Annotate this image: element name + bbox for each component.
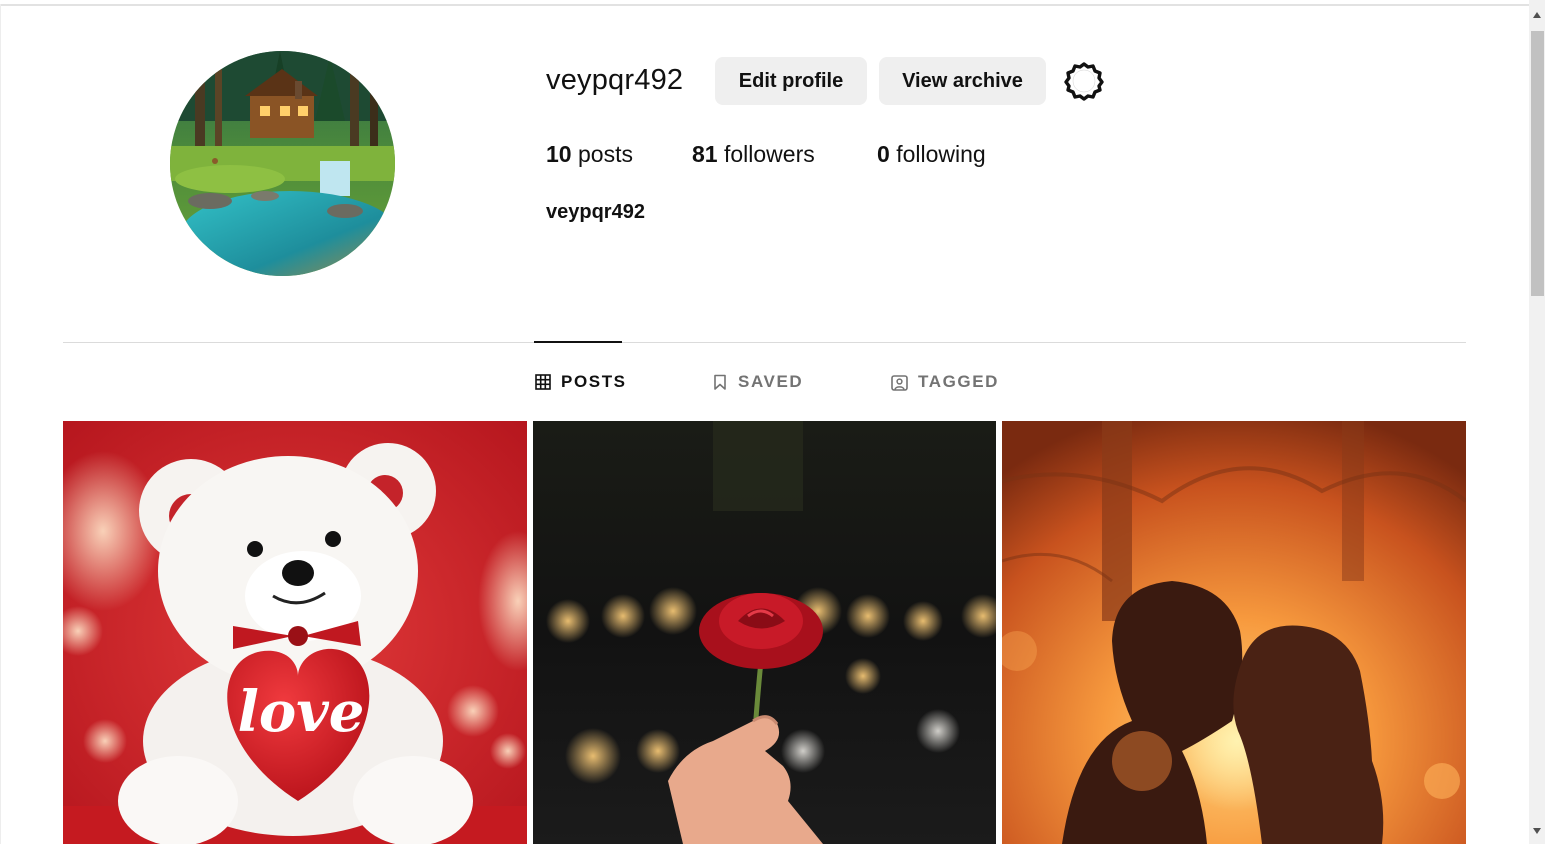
tabs-divider xyxy=(63,342,1466,343)
followers-count-value: 81 xyxy=(692,141,718,167)
scrollbar-thumb[interactable] xyxy=(1531,31,1544,296)
settings-gear-icon[interactable] xyxy=(1064,61,1104,101)
bookmark-icon xyxy=(714,374,726,390)
view-archive-button[interactable]: View archive xyxy=(879,57,1046,105)
edit-profile-button[interactable]: Edit profile xyxy=(715,57,867,105)
posts-count-value: 10 xyxy=(546,141,572,167)
tab-tagged[interactable]: TAGGED xyxy=(891,368,999,396)
followers-count-label: followers xyxy=(723,141,815,167)
post-1-love-text: love xyxy=(238,679,365,745)
scroll-down-arrow-icon[interactable] xyxy=(1533,828,1541,834)
tab-posts[interactable]: POSTS xyxy=(535,368,627,396)
tab-saved[interactable]: SAVED xyxy=(712,368,803,396)
tab-tagged-label: TAGGED xyxy=(918,372,1000,391)
scroll-up-arrow-icon[interactable] xyxy=(1533,12,1541,18)
following-count-value: 0 xyxy=(877,141,890,167)
posts-count-label: posts xyxy=(577,141,633,167)
hand-holding-red-rose-photo xyxy=(533,421,996,844)
grid-icon xyxy=(535,374,551,390)
teddy-bear-love-heart-photo: love xyxy=(63,421,527,844)
tagged-person-icon xyxy=(891,374,908,391)
profile-full-name: veypqr492 xyxy=(546,201,645,223)
couple-silhouette-sunset-photo xyxy=(1002,421,1466,844)
posts-count: 10 posts xyxy=(546,141,633,168)
tab-posts-label: POSTS xyxy=(561,372,627,391)
following-count[interactable]: 0 following xyxy=(877,141,986,168)
tab-saved-label: SAVED xyxy=(738,372,804,391)
followers-count[interactable]: 81 followers xyxy=(692,141,815,168)
post-thumbnail-1[interactable]: love xyxy=(63,421,527,844)
top-border xyxy=(0,4,1529,6)
profile-username: veypqr492 xyxy=(546,64,684,96)
post-thumbnail-2[interactable] xyxy=(533,421,996,844)
profile-avatar[interactable] xyxy=(170,51,395,276)
active-tab-indicator xyxy=(534,341,622,343)
post-thumbnail-3[interactable] xyxy=(1002,421,1466,844)
left-border xyxy=(0,4,1,844)
following-count-label: following xyxy=(896,141,986,167)
cabin-forest-avatar-icon xyxy=(170,51,395,276)
